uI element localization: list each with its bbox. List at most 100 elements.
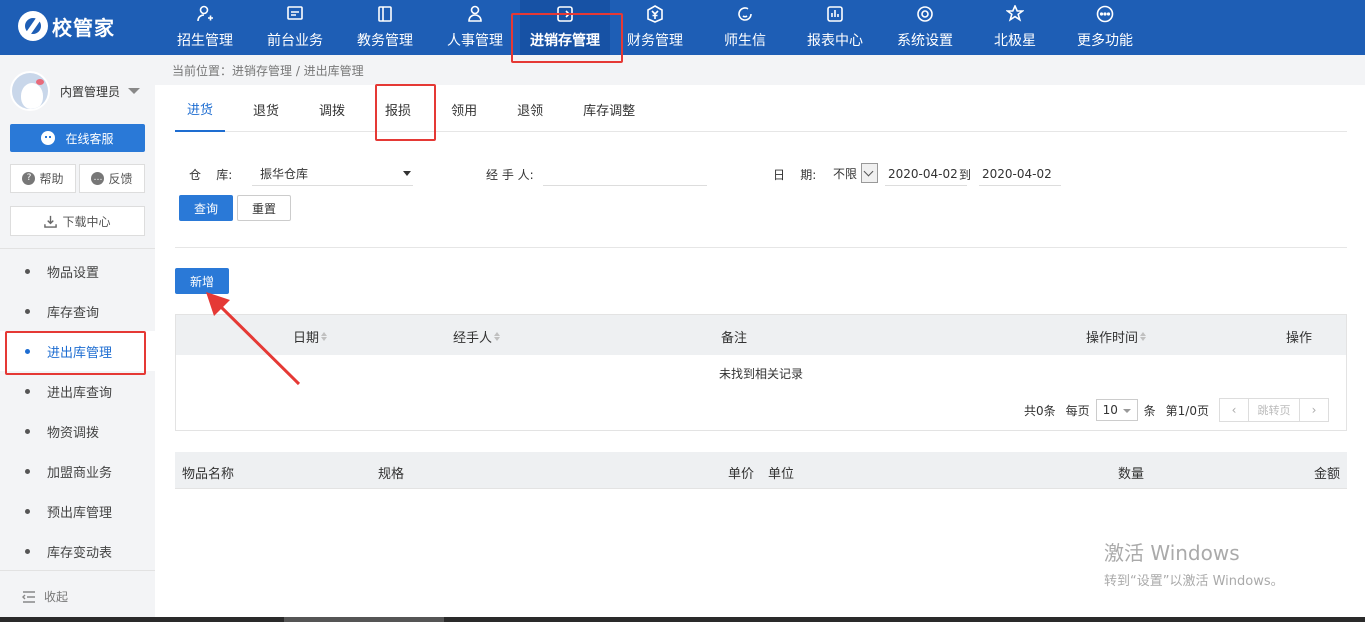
sidebar-item-transfer[interactable]: 物资调拨 [0, 411, 155, 451]
nav-label: 前台业务 [267, 33, 323, 49]
nav-label: 进销存管理 [530, 33, 600, 49]
date-from-input[interactable]: 2020-04-02 [885, 162, 967, 186]
download-center-button[interactable]: 下载中心 [10, 206, 145, 236]
help-feedback-group: ? 帮助 … 反馈 [10, 164, 145, 193]
brand-logo[interactable]: 校管家 [18, 8, 115, 44]
items-table-header: 物品名称 规格 单价 单位 数量 金额 [175, 452, 1347, 489]
next-page-button[interactable]: › [1299, 398, 1329, 422]
tab-stock-adjust[interactable]: 库存调整 [571, 86, 647, 132]
user-name: 内置管理员 [60, 84, 121, 99]
tab-damage[interactable]: 报损 [373, 86, 423, 132]
exchange-icon [555, 4, 575, 24]
column-qty: 数量 [1118, 467, 1145, 482]
total-count: 共0条 [1024, 403, 1056, 418]
sidebar-item-pre-outbound[interactable]: 预出库管理 [0, 491, 155, 531]
logo-icon [18, 11, 48, 41]
nav-item-inventory[interactable]: 进销存管理 [520, 0, 610, 55]
nav-item-enrollment[interactable]: 招生管理 [160, 0, 250, 55]
online-service-button[interactable]: 在线客服 [10, 124, 145, 152]
nav-label: 系统设置 [897, 33, 953, 49]
records-table: 日期 经手人 备注 操作时间 操作 未找到相关记录 共0条 每页 10 条 第1… [175, 314, 1347, 431]
page-size-value: 10 [1102, 403, 1118, 417]
sidebar-item-inout-manage[interactable]: 进出库管理 [0, 331, 155, 371]
user-menu[interactable]: 内置管理员 [10, 71, 141, 111]
tab-return[interactable]: 退货 [241, 86, 291, 132]
column-handler[interactable]: 经手人 [453, 327, 501, 346]
nav-item-more[interactable]: 更多功能 [1060, 0, 1150, 55]
nav-label: 报表中心 [807, 33, 863, 49]
sidebar: 内置管理员 在线客服 ? 帮助 … 反馈 下载中心 物品设置 库存查询 进出库管… [0, 55, 155, 622]
column-amount: 金额 [1314, 467, 1341, 482]
warehouse-label: 仓 库: [189, 168, 233, 182]
divider [0, 248, 155, 249]
sidebar-item-item-settings[interactable]: 物品设置 [0, 251, 155, 291]
collapse-button[interactable]: 收起 [0, 570, 155, 622]
download-label: 下载中心 [62, 214, 111, 229]
online-service-label: 在线客服 [65, 131, 114, 146]
sidebar-item-label: 库存变动表 [47, 545, 113, 561]
column-label: 操作 [1286, 331, 1313, 346]
column-unit: 单位 [768, 467, 795, 482]
bullet-icon [25, 508, 30, 514]
feedback-button[interactable]: … 反馈 [79, 164, 145, 193]
page-size-unit: 条 [1143, 403, 1156, 418]
sort-icon [494, 332, 501, 341]
nav-item-messages[interactable]: 师生信 [700, 0, 790, 55]
watermark-title: 激活 Windows [1104, 541, 1240, 565]
collapse-icon [22, 590, 35, 603]
page-size-select[interactable]: 10 [1095, 399, 1138, 421]
tab-return-requisition[interactable]: 退领 [505, 86, 555, 132]
date-range-select[interactable]: 不限 [833, 162, 884, 184]
scrollbar-thumb[interactable] [284, 617, 444, 622]
annotation-arrow-icon [206, 292, 301, 386]
warehouse-select[interactable]: 振华仓库 [252, 162, 413, 186]
sort-icon [1140, 332, 1147, 341]
reset-button[interactable]: 重置 [237, 195, 291, 221]
bullet-icon [25, 268, 30, 274]
prev-page-button[interactable]: ‹ [1219, 398, 1249, 422]
nav-item-settings[interactable]: 系统设置 [880, 0, 970, 55]
bullet-icon [25, 388, 30, 394]
settings-icon [915, 4, 935, 24]
help-button[interactable]: ? 帮助 [10, 164, 76, 193]
nav-item-reports[interactable]: 报表中心 [790, 0, 880, 55]
sidebar-item-label: 进出库管理 [47, 345, 113, 361]
nav-item-frontdesk[interactable]: 前台业务 [250, 0, 340, 55]
windows-activation-watermark: 激活 Windows 转到“设置”以激活 Windows。 [1104, 537, 1284, 589]
column-label: 经手人 [453, 331, 493, 346]
nav-item-academic[interactable]: 教务管理 [340, 0, 430, 55]
pagination: 共0条 每页 10 条 第1/0页 ‹ 跳转页 › [1024, 398, 1329, 422]
nav-item-finance[interactable]: 财务管理 [610, 0, 700, 55]
breadcrumb: 当前位置：进销存管理 / 进出库管理 [155, 55, 1365, 85]
empty-message: 未找到相关记录 [718, 367, 803, 381]
nav-item-hr[interactable]: 人事管理 [430, 0, 520, 55]
sidebar-item-stock-change[interactable]: 库存变动表 [0, 531, 155, 571]
chevron-right-icon: › [1311, 403, 1317, 417]
help-label: 帮助 [39, 172, 64, 186]
bottom-scrollbar[interactable] [0, 617, 1365, 622]
tab-purchase[interactable]: 进货 [175, 86, 226, 132]
sidebar-item-label: 物资调拨 [47, 425, 100, 441]
chevron-left-icon: ‹ [1231, 403, 1237, 417]
date-to-input[interactable]: 2020-04-02 [979, 162, 1061, 186]
nav-label: 北极星 [994, 33, 1036, 49]
jump-page-input[interactable]: 跳转页 [1249, 398, 1299, 422]
sidebar-item-label: 物品设置 [47, 265, 100, 281]
query-button[interactable]: 查询 [179, 195, 233, 221]
sidebar-item-label: 进出库查询 [47, 385, 113, 401]
sidebar-item-label: 预出库管理 [47, 505, 113, 521]
nav-item-polaris[interactable]: 北极星 [970, 0, 1060, 55]
brand-name: 校管家 [52, 15, 115, 40]
column-optime[interactable]: 操作时间 [1086, 327, 1147, 346]
yen-icon [645, 4, 665, 24]
column-action: 操作 [1286, 327, 1312, 346]
sidebar-item-franchise[interactable]: 加盟商业务 [0, 451, 155, 491]
sidebar-item-inout-query[interactable]: 进出库查询 [0, 371, 155, 411]
bullet-icon [25, 548, 30, 554]
handler-input[interactable] [543, 162, 707, 186]
tab-transfer[interactable]: 调拨 [307, 86, 357, 132]
sidebar-item-stock-query[interactable]: 库存查询 [0, 291, 155, 331]
column-label: 操作时间 [1086, 331, 1139, 346]
sidebar-item-label: 加盟商业务 [47, 465, 113, 481]
tab-requisition[interactable]: 领用 [439, 86, 489, 132]
